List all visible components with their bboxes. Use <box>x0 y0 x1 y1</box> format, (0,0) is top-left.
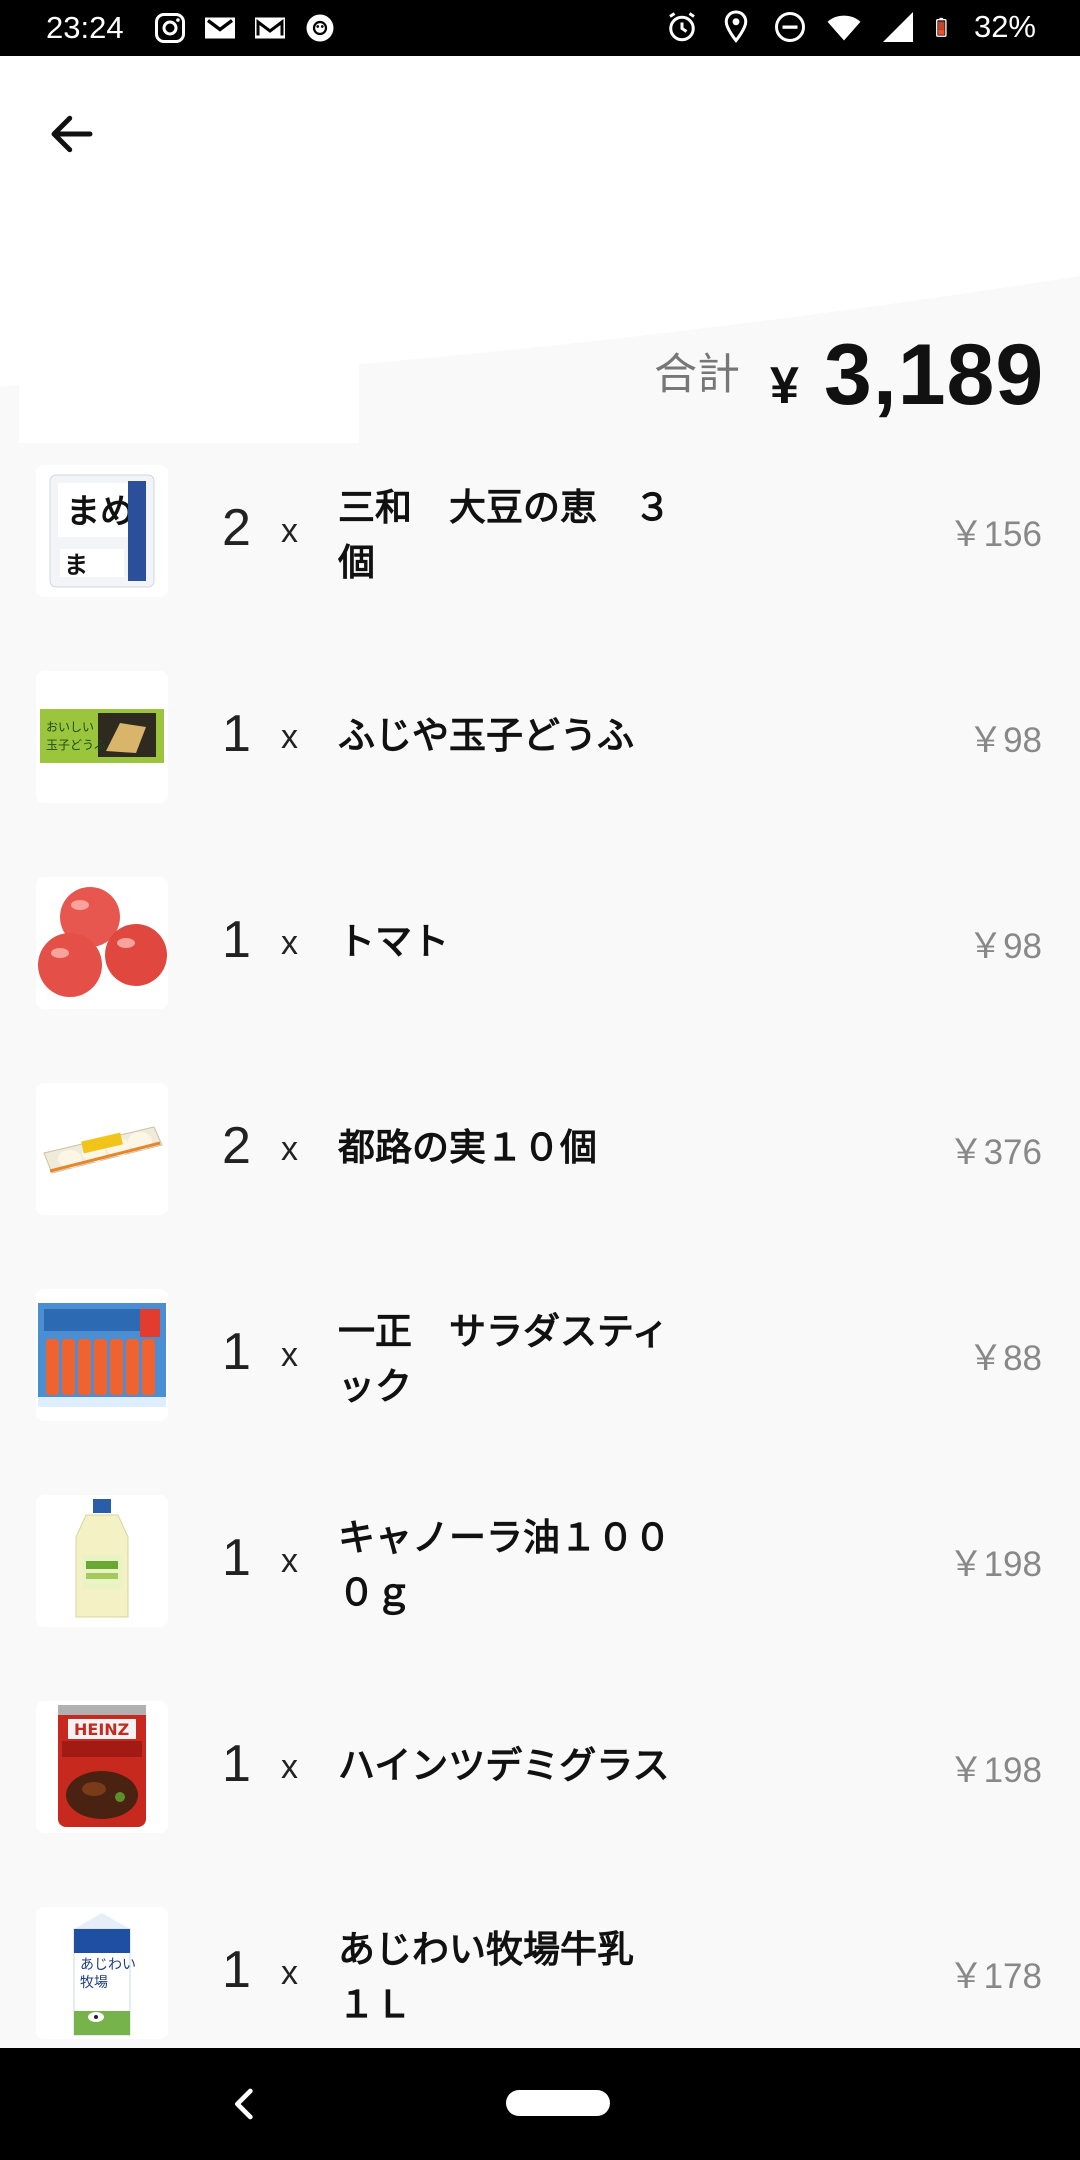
cart-item[interactable]: 1 x 一正 サラダスティック ￥88 <box>0 1284 1080 1490</box>
tofu-pack-icon: おいしい 玉子どうふ <box>36 671 168 803</box>
oil-bottle-icon <box>36 1495 168 1627</box>
cart-item[interactable]: 1 x トマト ￥98 <box>0 872 1080 1078</box>
battery-icon <box>936 17 947 37</box>
item-price: ￥178 <box>948 1957 1042 1996</box>
svg-text:ま: ま <box>64 550 88 579</box>
total-currency: ¥ <box>770 357 799 415</box>
gmail-icon <box>205 17 235 39</box>
wifi-icon <box>827 15 861 41</box>
svg-text:牧場: 牧場 <box>80 1975 108 1991</box>
system-icons: 32% <box>664 9 1036 45</box>
times-symbol: x <box>281 1336 298 1374</box>
item-quantity: 1 <box>222 1735 251 1793</box>
times-symbol: x <box>281 512 298 550</box>
alarm-icon <box>669 12 695 42</box>
signal-icon <box>882 12 913 42</box>
item-price: ￥198 <box>948 1751 1042 1790</box>
instagram-icon <box>155 13 185 43</box>
header-tab <box>19 330 359 443</box>
svg-text:あじわい: あじわい <box>80 1957 136 1973</box>
item-price: ￥98 <box>968 721 1042 760</box>
item-price: ￥98 <box>968 927 1042 966</box>
battery-percentage: 32% <box>973 9 1036 44</box>
item-price: ￥198 <box>948 1545 1042 1584</box>
times-symbol: x <box>281 718 298 756</box>
svg-text:HEINZ: HEINZ <box>74 1720 129 1739</box>
crab-stick-icon <box>36 1289 168 1421</box>
item-quantity: 1 <box>222 705 251 763</box>
item-name: 一正 サラダスティック <box>338 1310 669 1408</box>
item-quantity: 1 <box>222 1941 251 1999</box>
dnd-icon <box>774 12 805 42</box>
milk-carton-icon: あじわい 牧場 <box>36 1907 168 2039</box>
home-pill-icon[interactable] <box>506 2090 610 2116</box>
cart-item[interactable]: 1 x キャノーラ油１０００ｇ ￥198 <box>0 1490 1080 1696</box>
egg-pack-icon <box>36 1083 168 1215</box>
times-symbol: x <box>281 1954 298 1992</box>
notification-icons <box>152 10 338 46</box>
item-quantity: 1 <box>222 1529 251 1587</box>
navigation-bar <box>0 2048 1080 2160</box>
status-bar: 23:24 32% <box>0 0 1080 56</box>
item-price: ￥88 <box>968 1339 1042 1378</box>
times-symbol: x <box>281 1542 298 1580</box>
tomato-icon <box>36 877 168 1009</box>
total-label: 合計 <box>654 350 740 400</box>
gmail-icon <box>255 17 285 39</box>
item-name: 三和 大豆の恵 ３個 <box>338 486 671 584</box>
cart-item[interactable]: HEINZ 1 x ハインツデミグラス ￥198 <box>0 1696 1080 1902</box>
item-name: キャノーラ油１０００ｇ <box>338 1516 671 1614</box>
cart-item[interactable]: まめま 2 x 三和 大豆の恵 ３個 ￥156 <box>0 460 1080 666</box>
times-symbol: x <box>281 1130 298 1168</box>
svg-text:おいしい: おいしい <box>46 720 94 734</box>
svg-text:まめ: まめ <box>66 492 134 532</box>
item-quantity: 1 <box>222 1323 251 1381</box>
item-quantity: 2 <box>222 499 251 557</box>
item-name: トマト <box>338 920 449 963</box>
status-time: 23:24 <box>46 10 124 45</box>
location-icon <box>724 10 748 43</box>
back-button[interactable] <box>36 98 108 170</box>
item-name: ハインツデミグラス <box>338 1744 670 1787</box>
settings-flower-icon <box>306 14 334 42</box>
cart-item[interactable]: おいしい玉子どうふ 1 x ふじや玉子どうふ ￥98 <box>0 666 1080 872</box>
item-quantity: 1 <box>222 911 251 969</box>
item-price: ￥376 <box>948 1133 1042 1172</box>
times-symbol: x <box>281 1748 298 1786</box>
item-name: 都路の実１０個 <box>338 1126 597 1169</box>
item-name: ふじや玉子どうふ <box>338 714 634 757</box>
arrow-left-icon <box>51 115 93 153</box>
svg-text:玉子どうふ: 玉子どうふ <box>46 738 106 752</box>
item-price: ￥156 <box>948 515 1042 554</box>
item-name: あじわい牧場牛乳 １Ｌ <box>338 1928 671 2026</box>
total-amount: 3,189 <box>824 327 1045 423</box>
nav-back-icon[interactable] <box>220 2078 272 2130</box>
natto-pack-icon: まめま <box>36 465 168 597</box>
cart-item[interactable]: 2 x 都路の実１０個 ￥376 <box>0 1078 1080 1284</box>
sauce-can-icon: HEINZ <box>36 1701 168 1833</box>
item-quantity: 2 <box>222 1117 251 1175</box>
times-symbol: x <box>281 924 298 962</box>
